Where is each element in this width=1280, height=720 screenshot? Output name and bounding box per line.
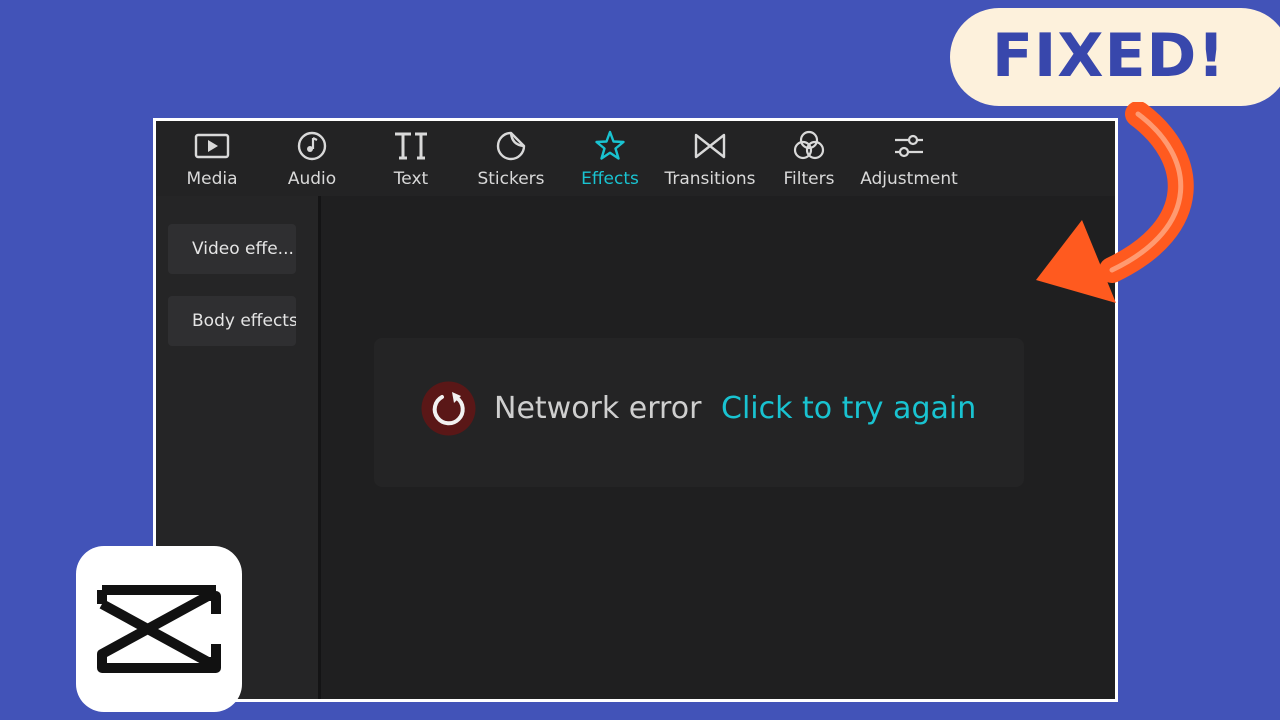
effects-icon <box>592 129 628 163</box>
tab-audio[interactable]: Audio <box>262 121 362 196</box>
audio-icon <box>294 129 330 163</box>
network-error-message: Network error <box>494 391 702 426</box>
refresh-icon[interactable] <box>421 381 476 436</box>
effects-content-pane: Network error Click to try again <box>321 196 1115 699</box>
network-error-banner: Network error Click to try again <box>374 338 1024 487</box>
toolbar: Media Audio Text Stickers Effects Transi… <box>156 121 1115 196</box>
tab-audio-label: Audio <box>287 169 337 189</box>
curved-arrow-icon <box>1020 102 1210 317</box>
sidebar-item-video-effects[interactable]: Video effe... <box>168 224 296 274</box>
filters-icon <box>791 129 827 163</box>
capcut-logo-icon <box>76 546 242 712</box>
fixed-badge: FIXED! <box>950 8 1280 106</box>
app-window: Media Audio Text Stickers Effects Transi… <box>153 118 1118 702</box>
tab-effects-label: Effects <box>581 169 639 189</box>
adjustment-icon <box>891 129 927 163</box>
transitions-icon <box>692 129 728 163</box>
tab-transitions-label: Transitions <box>664 169 756 189</box>
media-icon <box>194 129 230 163</box>
tab-adjustment[interactable]: Adjustment <box>859 121 959 196</box>
tab-adjustment-label: Adjustment <box>860 169 958 189</box>
retry-link[interactable]: Click to try again <box>721 391 976 427</box>
tab-filters-label: Filters <box>783 169 835 189</box>
tab-transitions[interactable]: Transitions <box>660 121 760 196</box>
tab-media[interactable]: Media <box>162 121 262 196</box>
tab-text-label: Text <box>393 169 429 189</box>
tab-text[interactable]: Text <box>361 121 461 196</box>
tab-effects[interactable]: Effects <box>560 121 660 196</box>
tab-stickers[interactable]: Stickers <box>461 121 561 196</box>
stickers-icon <box>493 129 529 163</box>
fixed-badge-text: FIXED! <box>992 21 1226 91</box>
tab-stickers-label: Stickers <box>477 169 545 189</box>
tab-filters[interactable]: Filters <box>759 121 859 196</box>
sidebar-item-body-effects[interactable]: Body effects <box>168 296 296 346</box>
text-icon <box>393 129 429 163</box>
tab-media-label: Media <box>186 169 238 189</box>
